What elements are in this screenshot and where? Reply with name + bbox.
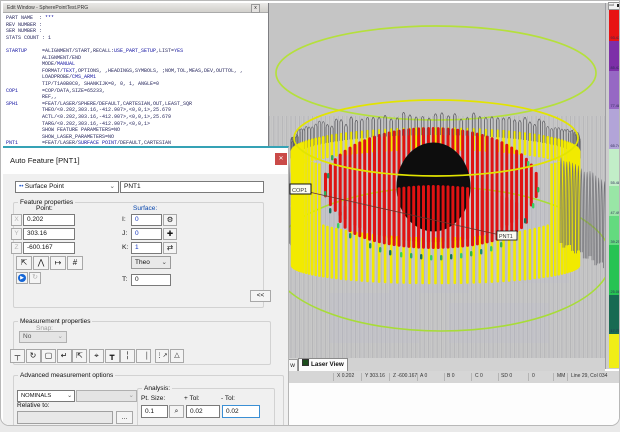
svg-text:PNT1: PNT1	[499, 234, 513, 240]
svg-text:COP1: COP1	[292, 188, 307, 194]
